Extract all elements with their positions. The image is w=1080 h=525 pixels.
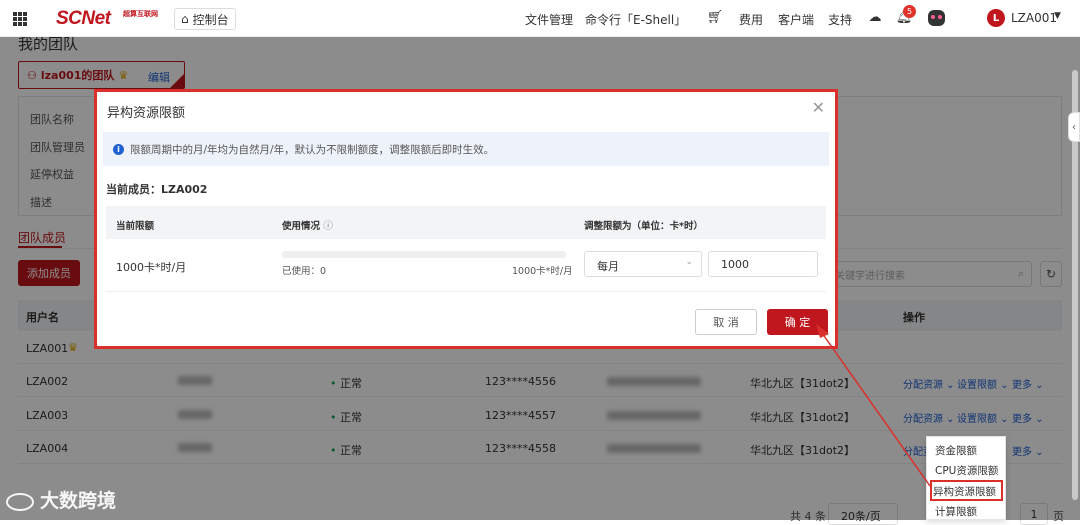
user-name[interactable]: LZA001 [1011, 11, 1057, 25]
chevron-left-icon: ‹ [1072, 121, 1076, 133]
console-button[interactable]: ⌂ 控制台 [174, 8, 236, 30]
menu-item-cpu-quota[interactable]: CPU资源限额 [935, 463, 998, 478]
usage-max: 1000卡*时/月 [512, 266, 573, 277]
usage-progress-bar [282, 251, 566, 258]
cancel-button[interactable]: 取 消 [695, 309, 757, 335]
current-member: 当前成员：LZA002 [106, 183, 208, 196]
quota-amount-input[interactable]: 1000 [708, 251, 818, 277]
top-bar: SCNet 超算互联网 ⌂ 控制台 文件管理 命令行「E-Shell」 🛒︎ 费用… [0, 0, 1080, 37]
logo-subtitle: 超算互联网 [123, 10, 158, 18]
nav-billing[interactable]: 费用 [739, 11, 763, 28]
hetero-quota-modal: 异构资源限额 ✕ i 限额周期中的月/年均为自然月/年，默认为不限制额度，调整限额… [94, 89, 838, 349]
modal-row-divider [106, 291, 826, 292]
close-icon[interactable]: ✕ [812, 98, 825, 117]
console-label: 控制台 [192, 12, 229, 27]
watermark-text: 大数跨境 [40, 490, 117, 512]
notice-banner: i 限额周期中的月/年均为自然月/年，默认为不限制额度，调整限额后即时生效。 [103, 132, 829, 166]
modal-table-header [106, 206, 826, 239]
nav-file-manager[interactable]: 文件管理 [525, 11, 573, 28]
menu-item-compute-quota[interactable]: 计算限额 [935, 504, 977, 519]
apps-grid-icon[interactable] [13, 12, 27, 26]
side-collapse-tab[interactable]: ‹ [1068, 112, 1080, 142]
chevron-down-icon[interactable]: ▼ [1054, 11, 1061, 21]
used-amount: 已使用：0 [282, 266, 327, 277]
col-adjust: 调整限额为（单位：卡*时） [584, 221, 703, 232]
nav-support[interactable]: 支持 [828, 11, 852, 28]
col-usage: 使用情况 ⓘ [282, 218, 333, 232]
logo[interactable]: SCNet [56, 8, 111, 30]
notification-badge: 5 [903, 5, 916, 18]
info-icon: i [113, 143, 124, 155]
confirm-button[interactable]: 确 定 [767, 309, 828, 335]
watermark-logo-icon [6, 492, 34, 511]
chevron-down-icon: ⌄ [685, 257, 693, 267]
cloud-download-icon[interactable]: ☁ [868, 10, 882, 25]
nav-client[interactable]: 客户端 [778, 11, 814, 28]
col-usage-label: 使用情况 [282, 221, 321, 232]
assistant-robot-icon[interactable] [928, 10, 945, 26]
menu-item-fund-quota[interactable]: 资金限额 [935, 443, 977, 458]
watermark: 大数跨境 [6, 486, 116, 513]
more-dropdown-menu: 资金限额 CPU资源限额 异构资源限额 计算限额 [926, 436, 1006, 520]
nav-eshell[interactable]: 命令行「E-Shell」 [585, 11, 686, 28]
modal-title: 异构资源限额 [107, 106, 186, 121]
period-value: 每月 [597, 260, 619, 273]
help-icon[interactable]: ⓘ [323, 221, 333, 232]
period-select[interactable]: 每月 ⌄ [584, 251, 702, 277]
cart-icon[interactable]: 🛒︎ [707, 10, 724, 25]
col-current-quota: 当前限额 [116, 221, 155, 232]
current-quota-value: 1000卡*时/月 [116, 261, 187, 274]
menu-highlight [930, 480, 1003, 501]
home-icon: ⌂ [181, 12, 189, 26]
avatar[interactable]: L [987, 9, 1005, 27]
notice-text: 限额周期中的月/年均为自然月/年，默认为不限制额度，调整限额后即时生效。 [130, 143, 495, 156]
